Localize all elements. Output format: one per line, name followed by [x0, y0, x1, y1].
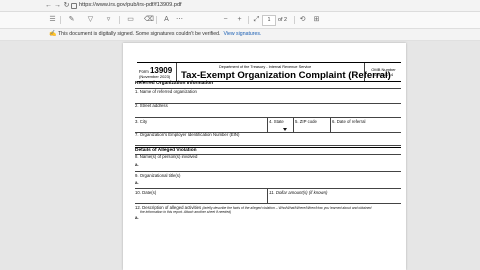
zoom-in-icon[interactable]: + [235, 15, 244, 25]
filter-icon[interactable]: ▽ [86, 15, 95, 25]
signature-info-bar: ✍ This document is digitally signed. Som… [0, 29, 480, 41]
browser-address-bar: ← → ↻ https://www.irs.gov/pub/irs-pdf/f1… [0, 0, 480, 12]
field-org-name[interactable]: 1. Name of referred organization [135, 89, 197, 94]
toolbar-divider [248, 16, 249, 24]
back-arrow-icon[interactable]: ← [44, 1, 53, 10]
page-count: of 2 [278, 17, 287, 23]
page-view-icon[interactable]: ⊞ [312, 15, 321, 25]
section-referred-org: Referred Organization Information [135, 81, 214, 86]
toolbar-divider [119, 16, 120, 24]
read-aloud-icon[interactable]: A [162, 15, 171, 25]
field-ein[interactable]: 7. Organization's Employer Identificatio… [135, 132, 239, 137]
field-rule [135, 103, 401, 104]
field-divider [267, 117, 268, 132]
field-description-a: a. [135, 215, 139, 220]
field-rule [135, 171, 401, 172]
draw-icon[interactable]: ✎ [67, 15, 76, 25]
omb-number: OMB Number 1545-2214 [371, 67, 396, 77]
list-icon[interactable]: ☰ [48, 15, 57, 25]
highlight-icon[interactable]: ▿ [104, 15, 113, 25]
signature-icon: ✍ [49, 31, 57, 37]
url-field[interactable]: https://www.irs.gov/pub/irs-pdf/f13909.p… [79, 1, 182, 10]
toolbar-divider [156, 16, 157, 24]
revision-date: (November 2023) [139, 74, 171, 79]
view-signatures-link[interactable]: View signatures. [223, 31, 261, 37]
field-titles-a: a. [135, 180, 139, 185]
field-persons-a: a. [135, 162, 139, 167]
header-divider [176, 63, 177, 81]
field-org-titles[interactable]: 9. Organizational title(s) [135, 173, 180, 178]
toolbar-divider [294, 16, 295, 24]
field-description-note: the information in this report. Attach a… [140, 210, 232, 214]
textbox-icon[interactable]: ▭ [126, 15, 135, 25]
field-divider [330, 117, 331, 132]
field-rule [135, 145, 401, 146]
field-rule [135, 188, 401, 189]
reload-icon[interactable]: ↻ [62, 1, 71, 10]
erase-icon[interactable]: ⌫ [144, 15, 154, 25]
state-dropdown-arrow-icon[interactable] [283, 128, 287, 131]
pdf-page: Form 13909 (November 2023) Department of… [123, 43, 406, 270]
more-icon[interactable]: ⋯ [175, 15, 184, 25]
forward-arrow-icon[interactable]: → [53, 1, 62, 10]
field-state[interactable]: 4. State [269, 119, 284, 124]
field-persons-involved[interactable]: 8. Name(s) of person(s) involved [135, 154, 197, 159]
field-divider [267, 188, 268, 203]
rotate-icon[interactable]: ⟲ [298, 15, 307, 25]
field-rule [135, 203, 401, 204]
fit-page-icon[interactable]: ⤢ [252, 15, 261, 25]
zoom-out-icon[interactable]: − [221, 15, 230, 25]
toolbar-divider [60, 16, 61, 24]
lock-icon [71, 3, 77, 9]
field-zip[interactable]: 5. ZIP code [295, 119, 317, 124]
pdf-toolbar: ☰ ✎ ▽ ▿ ▭ ⌫ A ⋯ − + ⤢ 1 of 2 ⟲ ⊞ [0, 12, 480, 29]
field-city[interactable]: 3. City [135, 119, 147, 124]
field-date-of-referral[interactable]: 6. Date of referral [332, 119, 365, 124]
field-street-address[interactable]: 2. Street address [135, 103, 168, 108]
field-rule [135, 117, 401, 118]
field-dollar-amount[interactable]: 11. Dollar amount(s) (if known) [269, 190, 327, 195]
signature-message: This document is digitally signed. Some … [58, 31, 221, 37]
page-number-input[interactable]: 1 [262, 15, 276, 26]
field-divider [293, 117, 294, 132]
form-title: Tax-Exempt Organization Complaint (Refer… [181, 70, 391, 81]
field-dates[interactable]: 10. Date(s) [135, 190, 156, 195]
